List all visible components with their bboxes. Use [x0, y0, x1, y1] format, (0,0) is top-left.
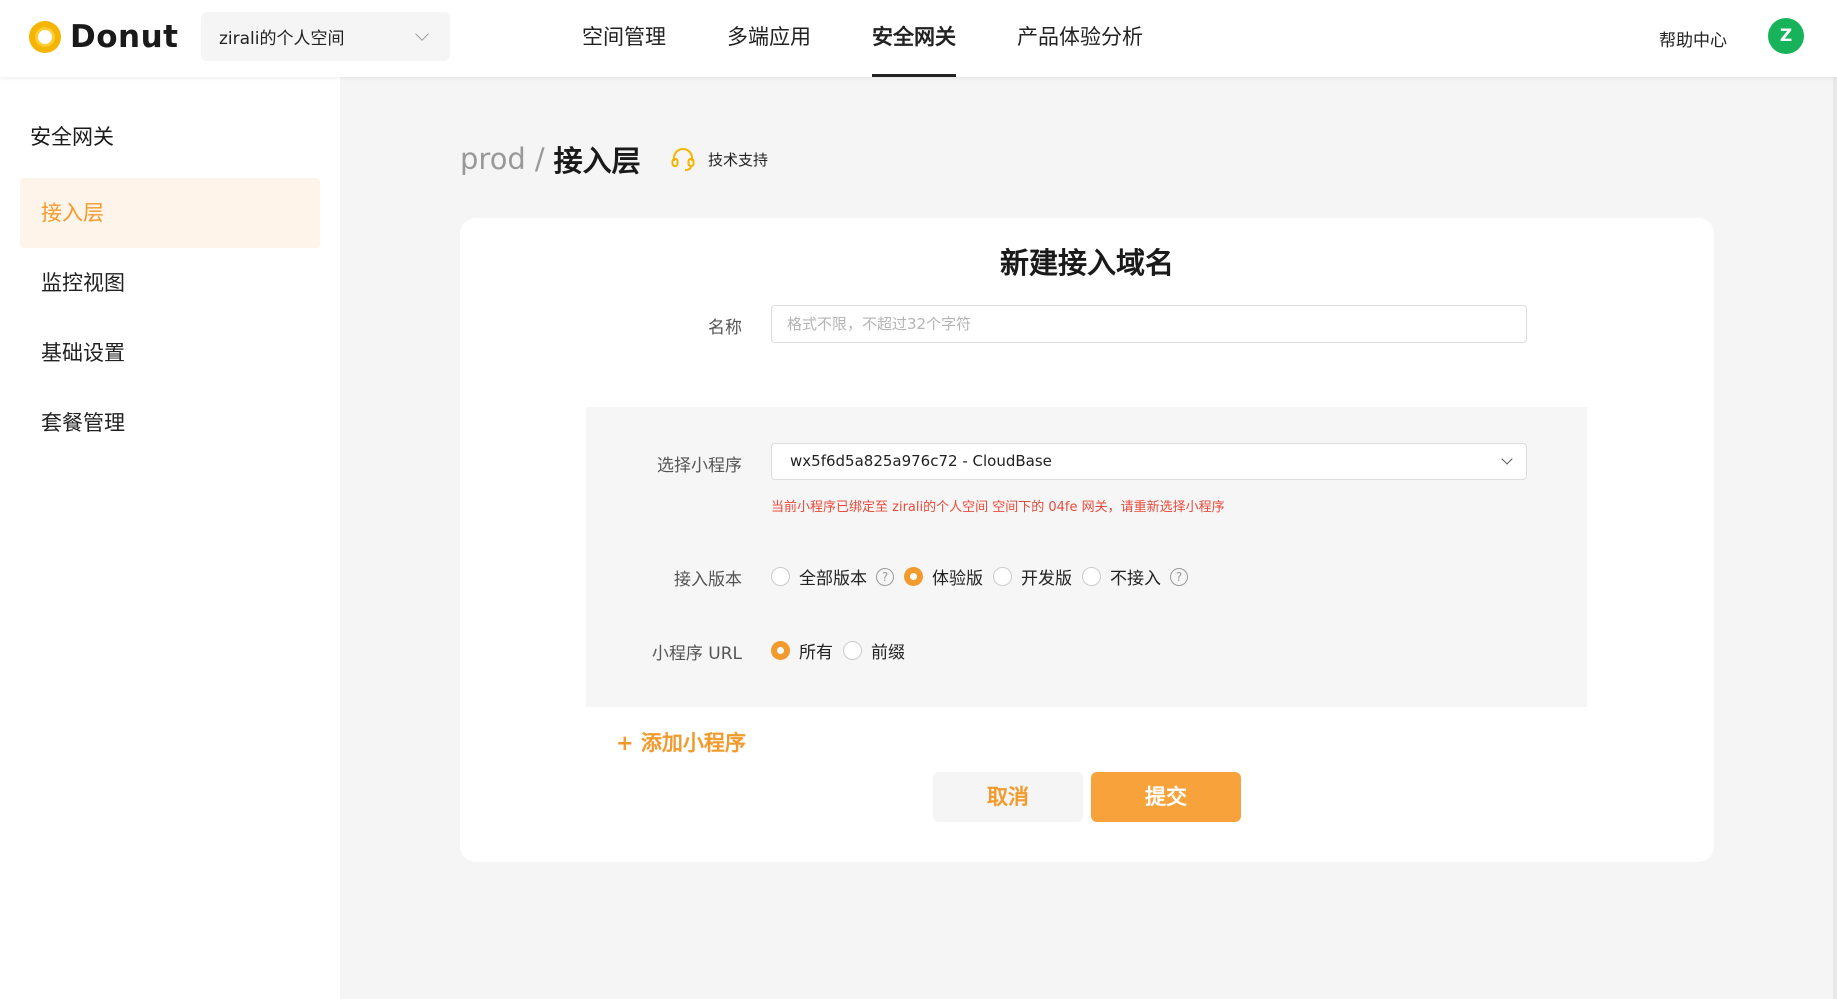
radio-checked-icon — [904, 567, 923, 586]
version-option-none[interactable]: 不接入 ? — [1082, 564, 1188, 589]
breadcrumb: prod / 接入层 — [460, 138, 641, 180]
sidebar-item-monitoring[interactable]: 监控视图 — [20, 248, 320, 318]
tech-support-link[interactable]: 技术支持 — [670, 146, 768, 172]
version-option-dev[interactable]: 开发版 — [993, 564, 1072, 589]
breadcrumb-separator: / — [534, 142, 545, 176]
sidebar-item-plan-management[interactable]: 套餐管理 — [20, 388, 320, 458]
help-circle-icon[interactable]: ? — [876, 567, 894, 586]
create-domain-card: 新建接入域名 名称 选择小程序 wx5f6d5a825a976c72 - Clo… — [460, 218, 1714, 862]
page-title: 接入层 — [553, 144, 641, 178]
radio-unchecked-icon — [771, 567, 790, 586]
url-option-prefix-label: 前缀 — [871, 643, 905, 663]
chevron-down-icon — [415, 27, 429, 41]
miniprogram-select-value: wx5f6d5a825a976c72 - CloudBase — [790, 452, 1052, 470]
tech-support-label: 技术支持 — [708, 150, 769, 169]
cancel-button[interactable]: 取消 — [933, 772, 1083, 822]
brand-name: Donut — [70, 19, 179, 55]
submit-button[interactable]: 提交 — [1091, 772, 1241, 822]
miniprogram-error: 当前小程序已绑定至 zirali的个人空间 空间下的 04fe 网关，请重新选择… — [771, 500, 1225, 515]
add-miniprogram-button[interactable]: + 添加小程序 — [616, 727, 746, 757]
help-circle-icon[interactable]: ? — [1170, 567, 1188, 586]
radio-unchecked-icon — [843, 641, 862, 660]
version-label: 接入版本 — [674, 570, 742, 590]
name-input[interactable] — [771, 305, 1527, 343]
sidebar: 安全网关 接入层 监控视图 基础设置 套餐管理 — [0, 77, 340, 999]
version-option-all[interactable]: 全部版本 ? — [771, 564, 894, 589]
form-title: 新建接入域名 — [999, 246, 1174, 280]
url-label: 小程序 URL — [651, 644, 742, 664]
headset-icon — [671, 148, 695, 171]
page-scrollbar[interactable] — [1833, 0, 1837, 999]
sidebar-item-access-layer[interactable]: 接入层 — [20, 178, 320, 248]
donut-logo-icon — [29, 21, 61, 53]
url-option-all-label: 所有 — [799, 643, 833, 663]
chevron-down-icon — [1501, 453, 1513, 465]
version-option-trial-label: 体验版 — [932, 569, 983, 589]
nav-multi-platform-apps[interactable]: 多端应用 — [727, 0, 811, 77]
miniprogram-panel: 选择小程序 wx5f6d5a825a976c72 - CloudBase 当前小… — [586, 407, 1587, 707]
url-radio-group: 所有 前缀 — [771, 638, 915, 663]
radio-checked-icon — [771, 641, 790, 660]
radio-unchecked-icon — [993, 567, 1012, 586]
nav-space-management[interactable]: 空间管理 — [582, 0, 666, 77]
version-option-all-label: 全部版本 — [799, 569, 867, 589]
nav-security-gateway[interactable]: 安全网关 — [872, 0, 956, 77]
main-nav: 空间管理 多端应用 安全网关 产品体验分析 — [582, 0, 1204, 77]
version-option-dev-label: 开发版 — [1021, 569, 1072, 589]
sidebar-title: 安全网关 — [30, 125, 114, 149]
brand-logo[interactable]: Donut — [29, 19, 179, 55]
miniprogram-label: 选择小程序 — [657, 456, 742, 476]
help-center-link[interactable]: 帮助中心 — [1659, 26, 1727, 51]
version-option-none-label: 不接入 — [1110, 569, 1161, 589]
nav-product-analytics[interactable]: 产品体验分析 — [1017, 0, 1143, 77]
sidebar-item-basic-settings[interactable]: 基础设置 — [20, 318, 320, 388]
top-navbar: Donut zirali的个人空间 空间管理 多端应用 安全网关 产品体验分析 … — [0, 0, 1837, 77]
miniprogram-select[interactable]: wx5f6d5a825a976c72 - CloudBase — [771, 443, 1527, 480]
space-selector-label: zirali的个人空间 — [219, 29, 345, 49]
breadcrumb-env[interactable]: prod — [460, 142, 526, 176]
name-label: 名称 — [708, 318, 742, 338]
version-option-trial[interactable]: 体验版 — [904, 564, 983, 589]
space-selector[interactable]: zirali的个人空间 — [201, 12, 450, 61]
version-radio-group: 全部版本 ? 体验版 开发版 不接入 ? — [771, 564, 1198, 589]
url-option-prefix[interactable]: 前缀 — [843, 638, 905, 663]
radio-unchecked-icon — [1082, 567, 1101, 586]
user-avatar[interactable]: Z — [1768, 18, 1804, 54]
url-option-all[interactable]: 所有 — [771, 638, 833, 663]
